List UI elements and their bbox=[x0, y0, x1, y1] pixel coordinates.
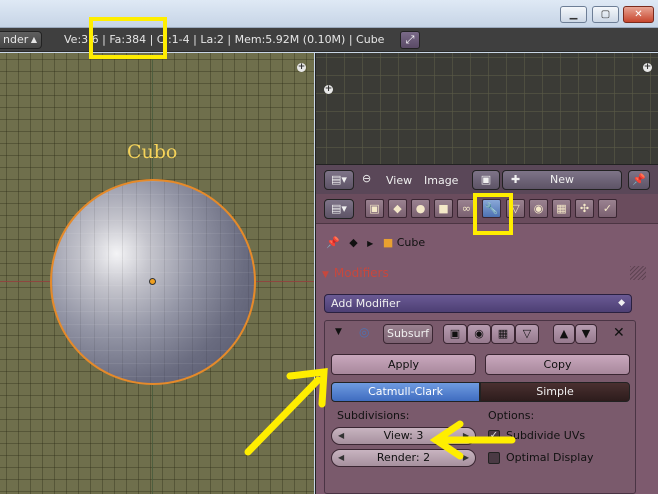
annotation-arrows bbox=[244, 368, 516, 460]
arrow-to-apply bbox=[244, 368, 328, 456]
arrow-to-view-field bbox=[429, 420, 516, 460]
